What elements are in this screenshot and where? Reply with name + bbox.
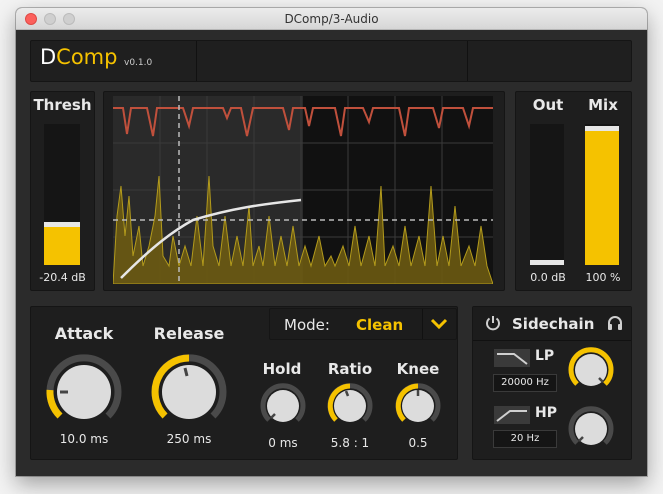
mix-value: 100 % bbox=[585, 271, 621, 284]
mix-label: Mix bbox=[588, 96, 618, 114]
mix-slider[interactable] bbox=[585, 124, 619, 265]
version-label: v0.1.0 bbox=[124, 58, 153, 68]
mix-fill bbox=[585, 129, 619, 265]
out-slider[interactable] bbox=[530, 124, 564, 265]
highpass-filter-icon bbox=[494, 406, 530, 424]
release-value: 250 ms bbox=[166, 432, 212, 446]
power-icon[interactable] bbox=[484, 314, 502, 332]
lp-knob[interactable] bbox=[567, 346, 615, 392]
out-handle[interactable] bbox=[530, 260, 564, 265]
headphones-icon[interactable] bbox=[606, 314, 624, 332]
ratio-label: Ratio bbox=[327, 360, 373, 378]
mode-label: Mode: bbox=[284, 316, 330, 334]
thresh-fill bbox=[44, 225, 80, 265]
out-value: 0.0 dB bbox=[530, 271, 566, 284]
compressor-graph bbox=[113, 96, 493, 284]
ratio-value: 5.8 : 1 bbox=[330, 436, 370, 450]
thresh-label: Thresh bbox=[33, 96, 92, 114]
title-bar: DComp/3-Audio bbox=[16, 8, 647, 30]
release-label: Release bbox=[153, 324, 225, 343]
knee-value: 0.5 bbox=[408, 436, 428, 450]
brand-logo: DComp bbox=[40, 45, 117, 69]
lp-value-field[interactable]: 20000 Hz bbox=[493, 374, 557, 392]
hp-label: HP bbox=[535, 405, 557, 421]
release-knob-body bbox=[162, 365, 216, 419]
header-divider-2 bbox=[467, 41, 468, 81]
hp-knob[interactable] bbox=[567, 405, 615, 451]
thresh-value: -20.4 dB bbox=[39, 271, 86, 284]
knee-label: Knee bbox=[396, 360, 440, 378]
mix-handle[interactable] bbox=[585, 126, 619, 131]
release-knob[interactable] bbox=[147, 350, 231, 428]
knee-knob[interactable] bbox=[394, 382, 442, 428]
mode-divider bbox=[422, 309, 423, 339]
hp-value-field[interactable]: 20 Hz bbox=[493, 430, 557, 448]
mode-value: Clean bbox=[356, 316, 404, 334]
hold-knob[interactable] bbox=[259, 382, 307, 428]
attack-label: Attack bbox=[54, 324, 114, 343]
attack-value: 10.0 ms bbox=[59, 432, 109, 446]
chevron-down-icon bbox=[430, 318, 448, 330]
sidechain-label: Sidechain bbox=[512, 315, 595, 333]
mode-dropdown[interactable]: Mode: Clean bbox=[269, 308, 457, 340]
attack-knob[interactable] bbox=[42, 350, 126, 428]
thresh-handle[interactable] bbox=[44, 222, 80, 227]
ratio-knob-body bbox=[334, 390, 366, 422]
brand-d: D bbox=[40, 45, 57, 69]
header-divider-1 bbox=[196, 41, 197, 81]
thresh-slider[interactable] bbox=[44, 124, 80, 265]
out-label: Out bbox=[532, 96, 564, 114]
header-panel bbox=[30, 40, 632, 82]
lowpass-filter-icon bbox=[494, 349, 530, 367]
brand-comp: Comp bbox=[56, 45, 118, 69]
lp-label: LP bbox=[535, 348, 555, 364]
ratio-knob[interactable] bbox=[326, 382, 374, 428]
hold-label: Hold bbox=[262, 360, 302, 378]
window-title: DComp/3-Audio bbox=[284, 12, 379, 26]
release-knob-pointer bbox=[183, 367, 189, 377]
hold-value: 0 ms bbox=[268, 436, 298, 450]
